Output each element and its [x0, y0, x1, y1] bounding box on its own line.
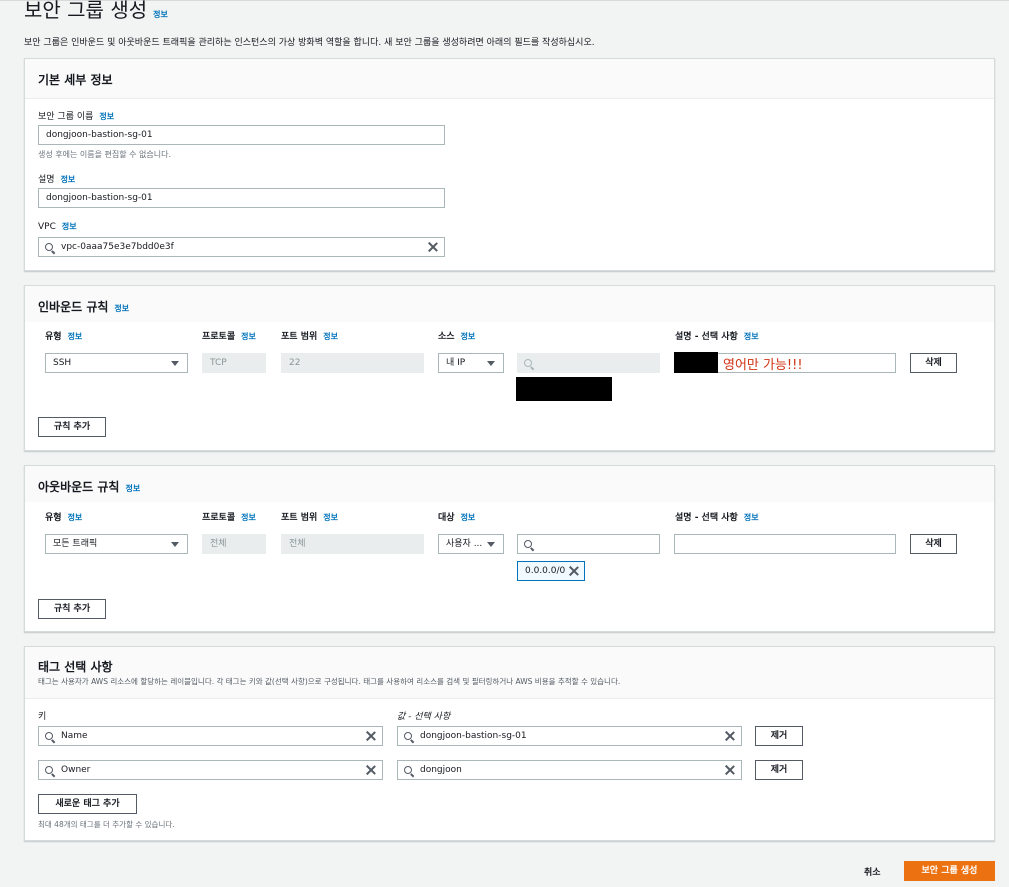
sg-desc-info-link[interactable]: 정보 — [61, 175, 76, 184]
outbound-desc-input[interactable] — [674, 534, 896, 554]
outbound-col-port: 포트 범위 정보 — [281, 513, 338, 523]
sg-desc-input[interactable]: dongjoon-bastion-sg-01 — [38, 188, 445, 208]
outbound-dest-search[interactable] — [517, 534, 660, 554]
tag-value-input[interactable]: dongjoon-bastion-sg-01 — [397, 726, 742, 746]
clear-icon[interactable] — [366, 765, 376, 775]
outbound-type-select[interactable]: 모든 트래픽 — [45, 534, 188, 554]
inbound-info-link[interactable]: 정보 — [114, 304, 129, 313]
page-description: 보안 그룹은 인바운드 및 아웃바운드 트래픽을 관리하는 인스턴스의 가상 방… — [24, 38, 595, 48]
outbound-col-desc: 설명 - 선택 사항 정보 — [675, 513, 759, 523]
inbound-source-search — [517, 353, 660, 373]
tags-title: 태그 선택 사항 — [38, 660, 113, 674]
chevron-down-icon — [171, 361, 179, 366]
inbound-rules-panel: 인바운드 규칙 정보 유형 정보 프로토콜 정보 포트 범위 정보 소스 정보 설명 - … — [24, 285, 995, 451]
clear-icon[interactable] — [428, 242, 438, 252]
inbound-header: 인바운드 규칙 정보 — [25, 286, 994, 322]
sg-name-info-link[interactable]: 정보 — [99, 112, 114, 121]
inbound-col-protocol: 프로토콜 정보 — [202, 332, 256, 342]
redaction-block — [674, 352, 718, 373]
outbound-type-info[interactable]: 정보 — [68, 513, 83, 522]
inbound-protocol-info[interactable]: 정보 — [241, 332, 256, 341]
search-icon — [45, 732, 53, 740]
vpc-info-link[interactable]: 정보 — [62, 222, 77, 231]
tag-value-input[interactable]: dongjoon — [397, 760, 742, 780]
inbound-port-field: 22 — [281, 353, 424, 373]
page-title: 보안 그룹 생성 정보 — [24, 0, 168, 22]
inbound-protocol-field: TCP — [202, 353, 266, 373]
outbound-col-dest: 대상 정보 — [438, 513, 476, 523]
sg-desc-label: 설명 정보 — [38, 175, 76, 185]
chevron-down-icon — [171, 542, 179, 547]
tags-limit-hint: 최대 48개의 태그를 더 추가할 수 있습니다. — [38, 820, 175, 829]
inbound-desc-info[interactable]: 정보 — [744, 332, 759, 341]
search-icon — [404, 732, 412, 740]
vpc-label: VPC 정보 — [38, 222, 77, 232]
outbound-info-link[interactable]: 정보 — [125, 484, 140, 493]
search-icon — [45, 243, 53, 251]
inbound-type-info[interactable]: 정보 — [68, 332, 83, 341]
basic-details-panel: 기본 세부 정보 보안 그룹 이름 정보 dongjoon-bastion-sg-… — [24, 58, 995, 271]
tags-header: 태그 선택 사항 태그는 사용자가 AWS 리소스에 할당하는 레이블입니다. … — [25, 647, 994, 699]
outbound-port-info[interactable]: 정보 — [323, 513, 338, 522]
inbound-col-source: 소스 정보 — [438, 332, 476, 342]
outbound-dest-select[interactable]: 사용자 ... — [438, 534, 504, 554]
chevron-down-icon — [487, 361, 495, 366]
basic-details-header: 기본 세부 정보 — [25, 59, 994, 99]
clear-icon[interactable] — [725, 765, 735, 775]
outbound-title: 아웃바운드 규칙 정보 — [38, 480, 141, 494]
search-icon — [45, 766, 53, 774]
outbound-rules-panel: 아웃바운드 규칙 정보 유형 정보 프로토콜 정보 포트 범위 정보 대상 정보 설명 -… — [24, 465, 995, 632]
inbound-type-select[interactable]: SSH — [45, 353, 188, 373]
outbound-protocol-field: 전체 — [202, 534, 266, 554]
create-security-group-button[interactable]: 보안 그룹 생성 — [904, 861, 995, 881]
outbound-col-protocol: 프로토콜 정보 — [202, 513, 256, 523]
inbound-source-select[interactable]: 내 IP — [438, 353, 504, 373]
tags-description: 태그는 사용자가 AWS 리소스에 할당하는 레이블입니다. 각 태그는 키와 … — [38, 677, 621, 686]
search-icon — [524, 359, 532, 367]
basic-details-title: 기본 세부 정보 — [38, 73, 113, 87]
search-icon — [524, 540, 532, 548]
vpc-search-input[interactable]: vpc-0aaa75e3e7bdd0e3f — [38, 237, 445, 257]
clear-icon[interactable] — [366, 731, 376, 741]
cancel-button[interactable]: 취소 — [864, 865, 881, 878]
inbound-title: 인바운드 규칙 정보 — [38, 300, 130, 314]
page-info-link[interactable]: 정보 — [153, 10, 168, 19]
sg-name-label: 보안 그룹 이름 정보 — [38, 112, 115, 122]
outbound-header: 아웃바운드 규칙 정보 — [25, 466, 994, 502]
inbound-delete-button[interactable]: 삭제 — [910, 353, 957, 373]
inbound-port-info[interactable]: 정보 — [323, 332, 338, 341]
tag-remove-button[interactable]: 제거 — [755, 726, 803, 746]
annotation-note: 영어만 가능!!! — [723, 358, 803, 373]
clear-icon[interactable] — [725, 731, 735, 741]
tag-key-input[interactable]: Name — [38, 726, 383, 746]
tag-key-label: 키 — [38, 712, 47, 722]
tags-panel: 태그 선택 사항 태그는 사용자가 AWS 리소스에 할당하는 레이블입니다. … — [24, 646, 995, 841]
inbound-source-info[interactable]: 정보 — [461, 332, 476, 341]
outbound-protocol-info[interactable]: 정보 — [241, 513, 256, 522]
remove-token-icon[interactable] — [569, 566, 579, 576]
add-tag-button[interactable]: 새로운 태그 추가 — [38, 794, 137, 814]
outbound-delete-button[interactable]: 삭제 — [910, 534, 957, 554]
chevron-down-icon — [487, 542, 495, 547]
cidr-token: 0.0.0.0/0 — [517, 561, 585, 581]
inbound-add-rule-button[interactable]: 규칙 추가 — [38, 417, 106, 437]
outbound-port-field: 전체 — [281, 534, 424, 554]
outbound-add-rule-button[interactable]: 규칙 추가 — [38, 599, 106, 619]
tag-value-label: 값 - 선택 사항 — [397, 712, 451, 722]
sg-name-input[interactable]: dongjoon-bastion-sg-01 — [38, 125, 445, 145]
outbound-col-type: 유형 정보 — [45, 513, 83, 523]
tag-remove-button[interactable]: 제거 — [755, 760, 803, 780]
search-icon — [404, 766, 412, 774]
tag-key-input[interactable]: Owner — [38, 760, 383, 780]
inbound-col-type: 유형 정보 — [45, 332, 83, 342]
outbound-desc-info[interactable]: 정보 — [744, 513, 759, 522]
sg-name-hint: 생성 후에는 이름을 편집할 수 없습니다. — [38, 150, 172, 159]
inbound-col-desc: 설명 - 선택 사항 정보 — [675, 332, 759, 342]
outbound-dest-info[interactable]: 정보 — [461, 513, 476, 522]
redaction-block — [516, 377, 612, 401]
inbound-col-port: 포트 범위 정보 — [281, 332, 338, 342]
